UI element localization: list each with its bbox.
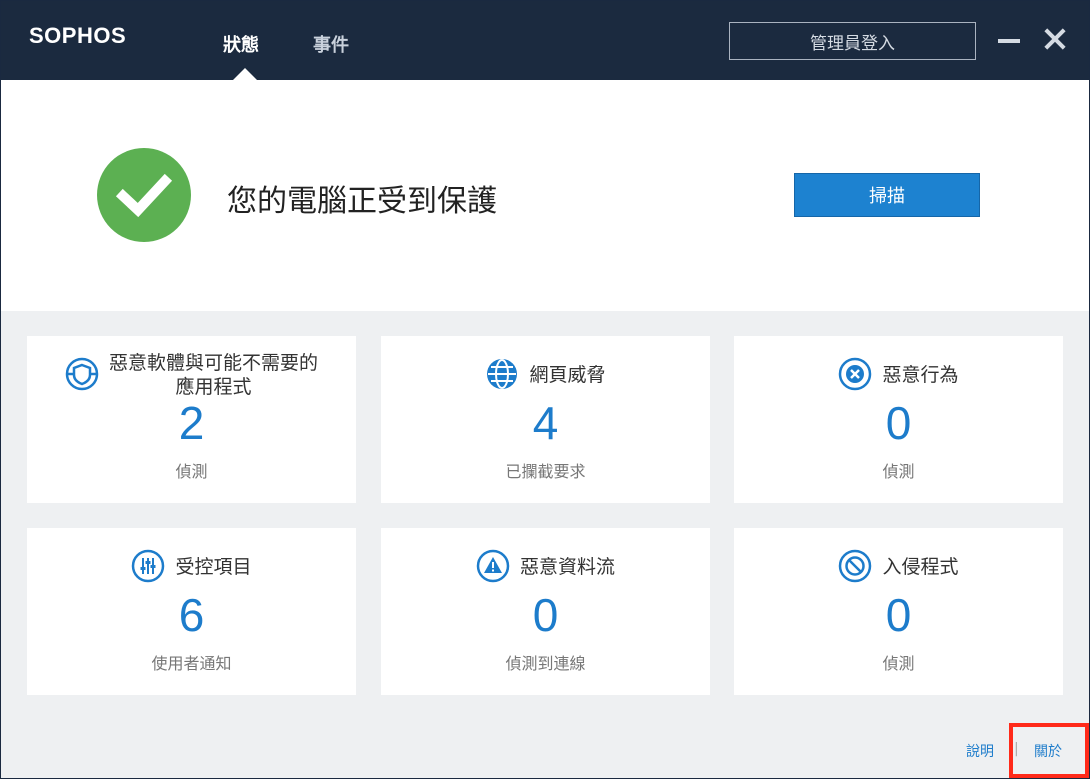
checkmark-icon <box>97 148 191 242</box>
sophos-window: SOPHOS 狀態 事件 管理員登入 您的電腦正受到保護 掃描 惡意軟體與可能不… <box>0 0 1090 779</box>
card-count: 0 <box>885 589 912 641</box>
card-subtitle: 已攔截要求 <box>505 462 586 481</box>
highlight-box <box>1009 723 1089 778</box>
shield-target-icon <box>65 357 99 391</box>
blocked-icon <box>839 549 872 583</box>
minimize-icon[interactable] <box>998 39 1020 43</box>
sophos-logo: SOPHOS <box>29 23 127 48</box>
card-subtitle: 使用者通知 <box>151 654 232 673</box>
card-count: 2 <box>178 397 205 449</box>
warning-triangle-icon <box>476 549 510 583</box>
card-malware-pua[interactable]: 惡意軟體與可能不需要的 應用程式 2 偵測 <box>27 336 356 503</box>
title-bar: SOPHOS 狀態 事件 管理員登入 <box>1 1 1089 80</box>
card-title: 受控項目 <box>175 556 252 578</box>
sliders-icon <box>132 549 165 583</box>
status-message: 您的電腦正受到保護 <box>227 184 497 219</box>
card-count: 6 <box>178 589 205 641</box>
scan-button[interactable]: 掃描 <box>794 173 980 217</box>
card-subtitle: 偵測 <box>882 654 915 673</box>
card-title-line1: 惡意軟體與可能不需要的 <box>108 352 318 374</box>
card-controlled-items[interactable]: 受控項目 6 使用者通知 <box>27 528 356 695</box>
card-exploits[interactable]: 入侵程式 0 偵測 <box>734 528 1063 695</box>
close-icon[interactable] <box>1041 25 1069 53</box>
card-title: 惡意行為 <box>882 364 959 386</box>
card-subtitle: 偵測到連線 <box>505 654 586 673</box>
card-count: 4 <box>532 397 559 449</box>
card-title: 網頁威脅 <box>529 364 606 386</box>
tab-status[interactable]: 狀態 <box>223 31 259 57</box>
globe-icon <box>487 359 518 389</box>
card-count: 0 <box>532 589 559 641</box>
close-circle-icon <box>839 357 872 391</box>
card-malicious-behavior[interactable]: 惡意行為 0 偵測 <box>734 336 1063 503</box>
help-link[interactable]: 說明 <box>966 741 994 761</box>
tab-events[interactable]: 事件 <box>313 31 349 57</box>
card-count: 0 <box>885 397 912 449</box>
admin-login-button[interactable]: 管理員登入 <box>729 22 976 60</box>
card-web-threats[interactable]: 網頁威脅 4 已攔截要求 <box>381 336 710 503</box>
card-title: 惡意資料流 <box>519 556 615 578</box>
card-title-line2: 應用程式 <box>175 376 252 398</box>
card-title: 入侵程式 <box>882 556 959 578</box>
active-tab-indicator <box>233 68 257 80</box>
card-title: 惡意軟體與可能不需要的 應用程式 <box>109 351 318 399</box>
card-subtitle: 偵測 <box>175 462 208 481</box>
card-subtitle: 偵測 <box>882 462 915 481</box>
protection-status-panel: 您的電腦正受到保護 掃描 <box>1 80 1089 311</box>
card-malicious-traffic[interactable]: 惡意資料流 0 偵測到連線 <box>381 528 710 695</box>
